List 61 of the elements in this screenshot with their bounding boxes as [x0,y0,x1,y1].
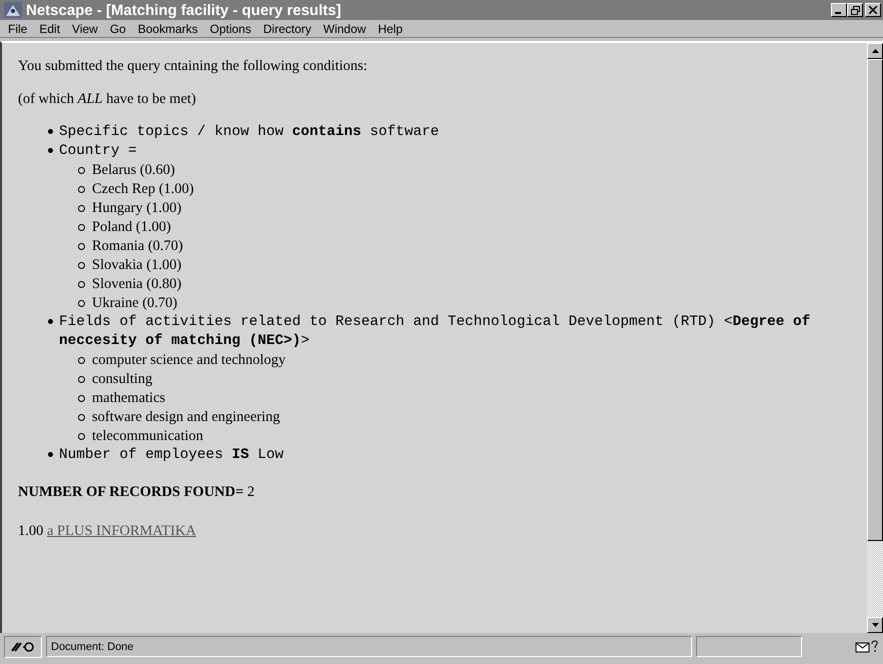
circle-bullet-icon [78,224,85,231]
circle-bullet-icon [78,376,85,383]
circle-bullet-icon [78,262,85,269]
condition-value: Romania (0.70) [92,237,184,256]
circle-bullet-icon [78,414,85,421]
close-icon [869,6,877,14]
minimize-button[interactable] [831,3,847,17]
bullet-icon [48,319,53,324]
condition-value: telecommunication [92,427,204,446]
circle-bullet-icon [78,243,85,250]
bullet-icon [48,452,53,457]
menu-item[interactable]: Edit [33,22,66,36]
up-arrow-icon[interactable] [872,49,878,53]
condition-value: computer science and technology [92,351,286,370]
condition-value: Ukraine (0.70) [92,294,178,313]
scrollbar[interactable] [867,43,883,633]
condition-value: software design and engineering [92,408,280,427]
result-link[interactable]: a PLUS INFORMATIKA [47,522,200,541]
condition-value: Hungary (1.00) [92,199,182,218]
restore-button[interactable] [847,3,863,17]
bullet-icon [48,148,53,153]
condition-value: Czech Rep (1.00) [92,180,194,199]
condition-value: mathematics [92,389,166,408]
condition-value: consulting [92,370,152,389]
menu-item[interactable]: Help [372,22,409,36]
menu-item[interactable]: Bookmarks [132,22,204,36]
condition-text: Specific topics / know how contains software [59,123,439,142]
circle-bullet-icon [78,357,85,364]
down-arrow-icon[interactable] [872,623,878,627]
circle-bullet-icon [78,205,85,212]
condition-text: Country = [59,142,137,161]
circle-bullet-icon [78,300,85,307]
mail-icon[interactable] [855,640,879,654]
condition-value: Belarus (0.60) [92,161,175,180]
score-text: 1.00 [18,522,44,541]
condition-value: Poland (1.00) [92,218,171,237]
condition-value: Slovenia (0.80) [92,275,182,294]
circle-bullet-icon [78,167,85,174]
menu-item[interactable]: Options [204,22,258,36]
scroll-thumb[interactable] [867,59,883,541]
circle-bullet-icon [78,281,85,288]
bullet-icon [48,129,53,134]
condition-text: Number of employees IS Low [59,446,284,465]
menu-item[interactable]: File [2,22,34,36]
menu-item[interactable]: Go [104,22,132,36]
security-key-icon[interactable] [10,640,36,652]
records-heading: NUMBER OF RECORDS FOUND= 2 [18,483,256,502]
restore-icon [850,6,860,14]
intro-text: You submitted the query cntaining the following conditions: [18,57,368,76]
condition-value: Slovakia (1.00) [92,256,182,275]
menu-item[interactable]: View [66,22,104,36]
netscape-logo-icon [4,2,22,18]
menu-item[interactable]: Window [317,22,372,36]
close-button[interactable] [865,3,881,17]
circle-bullet-icon [78,395,85,402]
status-field: Document: Done [46,636,692,657]
circle-bullet-icon [78,186,85,193]
circle-bullet-icon [78,433,85,440]
menu-item[interactable]: Directory [257,22,318,36]
window-title: Netscape - [Matching facility - query results] [26,2,342,18]
note-text: (of which ALL have to be met) [18,90,198,109]
